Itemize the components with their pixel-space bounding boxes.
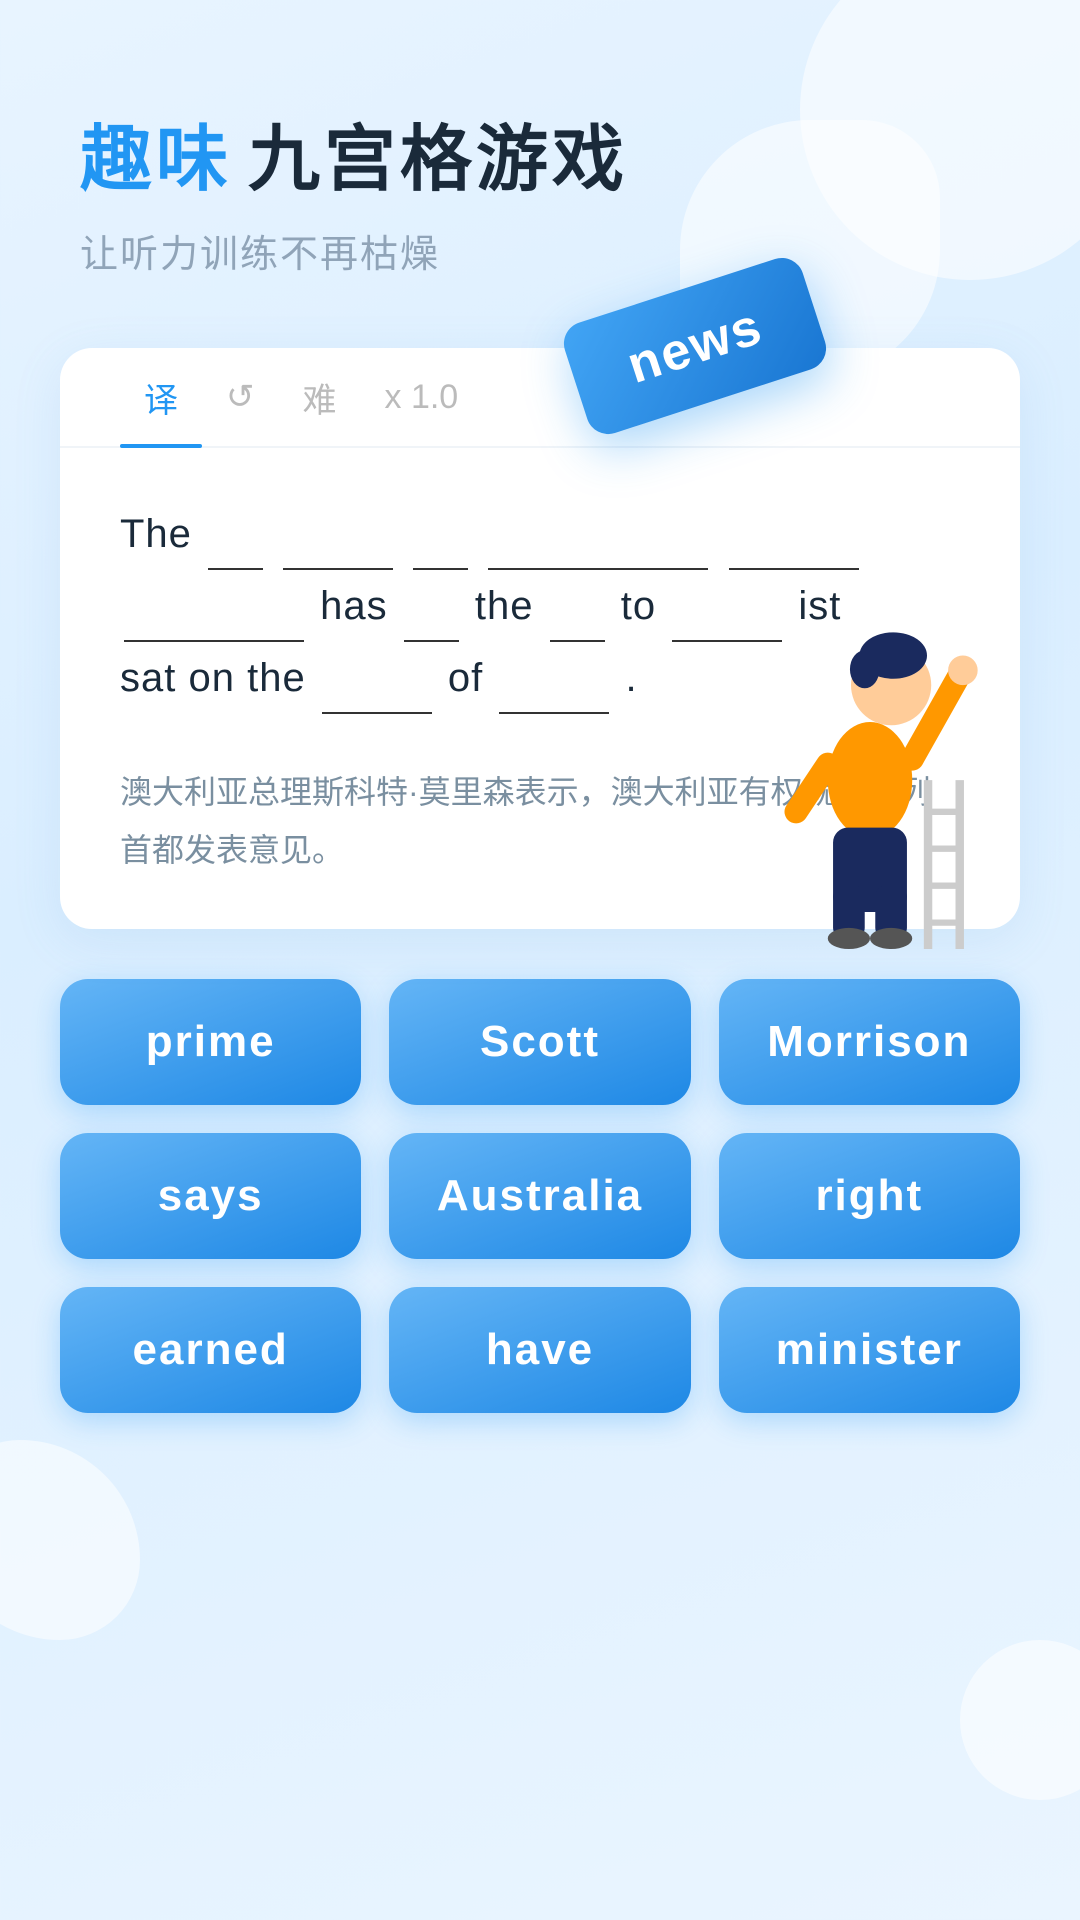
main-card: 译 ↺ 难 x 1.0 The has the to ist sat on th… [60, 348, 1020, 929]
blank-1 [208, 568, 263, 570]
card-tabs: 译 ↺ 难 x 1.0 [60, 348, 1020, 448]
blank-6 [124, 640, 304, 642]
subtitle: 让听力训练不再枯燥 [80, 223, 1000, 278]
word-period: . [626, 656, 638, 700]
word-sat-on-the: sat on the [120, 656, 318, 700]
word-btn-earned[interactable]: earned [60, 1287, 361, 1413]
decorative-blob-4 [960, 1640, 1080, 1800]
word-btn-Morrison[interactable]: Morrison [719, 979, 1020, 1105]
illustration-person [760, 569, 980, 949]
word-btn-right[interactable]: right [719, 1133, 1020, 1259]
word-to: to [621, 584, 668, 628]
word-btn-have[interactable]: have [389, 1287, 690, 1413]
tab-replay[interactable]: ↺ [202, 348, 279, 446]
blank-10 [322, 712, 432, 714]
title-main: 九宫格游戏 [248, 100, 628, 205]
word-has: has [320, 584, 400, 628]
tab-speed-label: x 1.0 [385, 378, 459, 417]
blank-2 [283, 568, 393, 570]
blank-11 [499, 712, 609, 714]
blank-8 [550, 640, 605, 642]
word-grid: primeScottMorrison saysAustraliaright earn… [0, 929, 1080, 1473]
word-the-2: the [475, 584, 546, 628]
word-the-1: The [120, 512, 204, 556]
blank-7 [404, 640, 459, 642]
tab-difficulty-label: 难 [303, 373, 337, 422]
tab-speed[interactable]: x 1.0 [361, 348, 483, 446]
title-line: 趣味 九宫格游戏 [80, 100, 1000, 205]
word-btn-minister[interactable]: minister [719, 1287, 1020, 1413]
tab-translate-label: 译 [144, 373, 178, 422]
blank-3 [413, 568, 468, 570]
word-btn-Australia[interactable]: Australia [389, 1133, 690, 1259]
word-btn-prime[interactable]: prime [60, 979, 361, 1105]
blank-4 [488, 568, 708, 570]
tab-translate[interactable]: 译 [120, 348, 202, 446]
word-of: of [448, 656, 495, 700]
title-accent: 趣味 [80, 100, 232, 205]
page-header: 趣味 九宫格游戏 让听力训练不再枯燥 [0, 0, 1080, 308]
word-btn-Scott[interactable]: Scott [389, 979, 690, 1105]
tab-replay-label: ↺ [226, 377, 255, 417]
tab-difficulty[interactable]: 难 [279, 348, 361, 446]
word-btn-says[interactable]: says [60, 1133, 361, 1259]
